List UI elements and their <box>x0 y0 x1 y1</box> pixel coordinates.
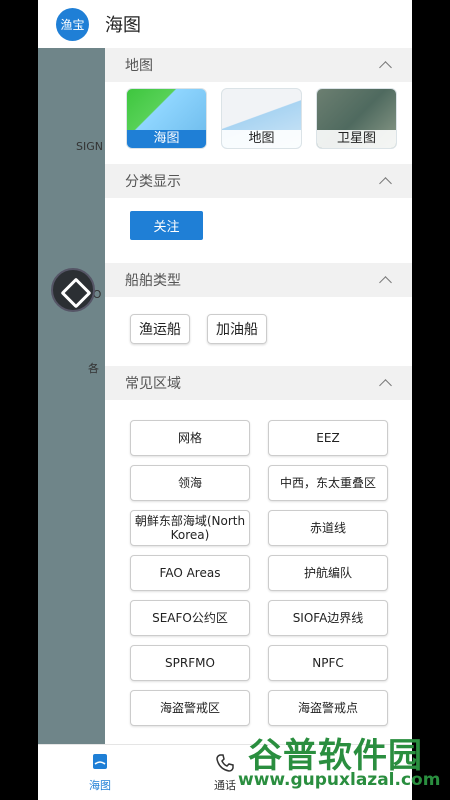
category-buttons: 关注 <box>105 198 412 263</box>
chevron-up-icon[interactable] <box>380 60 390 70</box>
ship-type-chip[interactable]: 加油船 <box>207 314 267 344</box>
map-type-options: 海图 地图 卫星图 <box>105 82 412 164</box>
region-item[interactable]: SIOFA边界线 <box>268 600 388 636</box>
section-header-regions[interactable]: 常见区域 <box>105 366 412 400</box>
map-type-label: 海图 <box>127 130 206 148</box>
region-item[interactable]: 中西，东太重叠区 <box>268 465 388 501</box>
section-header-ship-type[interactable]: 船舶类型 <box>105 263 412 297</box>
map-type-label: 卫星图 <box>317 130 396 148</box>
map-type-sea-chart[interactable]: 海图 <box>126 88 207 149</box>
phone-icon <box>216 754 234 772</box>
ship-type-chip[interactable]: 渔运船 <box>130 314 190 344</box>
map-label: SIGN <box>76 140 103 153</box>
page-title: 海图 <box>105 15 141 36</box>
map-label: 各 <box>88 362 99 375</box>
region-item[interactable]: FAO Areas <box>130 555 250 591</box>
section-title: 分类显示 <box>125 174 181 190</box>
region-item[interactable]: 海盗警戒点 <box>268 690 388 726</box>
sea-chart-icon <box>93 754 107 769</box>
watermark-url: www.gupuxlazal.com <box>238 770 441 790</box>
region-item[interactable]: EEZ <box>268 420 388 456</box>
region-item[interactable]: 赤道线 <box>268 510 388 546</box>
app-logo: 渔宝 <box>56 7 89 41</box>
region-grid: 网格 EEZ 领海 中西，东太重叠区 朝鲜东部海域(North Korea) 赤… <box>105 400 412 726</box>
layer-panel: 地图 海图 地图 卫星图 分类显示 关注 船舶类型 渔运船 加油船 常见区域 网… <box>105 48 412 748</box>
top-bar: 渔宝 海图 <box>38 0 412 48</box>
region-item[interactable]: SPRFMO <box>130 645 250 681</box>
ship-type-chips: 渔运船 加油船 <box>105 297 412 366</box>
region-item[interactable]: SEAFO公约区 <box>130 600 250 636</box>
compass-icon[interactable] <box>51 268 95 312</box>
screen: SIGN MIO 各 渔宝 海图 地图 海图 地图 卫 <box>38 0 412 800</box>
region-item[interactable]: 朝鲜东部海域(North Korea) <box>130 510 250 546</box>
nav-label: 通话 <box>214 779 236 792</box>
map-type-label: 地图 <box>222 130 301 148</box>
follow-button[interactable]: 关注 <box>130 211 203 240</box>
section-header-category[interactable]: 分类显示 <box>105 164 412 198</box>
section-title: 船舶类型 <box>125 273 181 289</box>
chevron-up-icon[interactable] <box>380 176 390 186</box>
region-item[interactable]: 海盗警戒区 <box>130 690 250 726</box>
section-title: 常见区域 <box>125 376 181 392</box>
nav-label: 海图 <box>89 779 111 792</box>
map-type-satellite[interactable]: 卫星图 <box>316 88 397 149</box>
region-item[interactable]: 网格 <box>130 420 250 456</box>
map-type-map[interactable]: 地图 <box>221 88 302 149</box>
nav-item-sea-chart[interactable]: 海图 <box>70 753 130 793</box>
chevron-up-icon[interactable] <box>380 378 390 388</box>
background-map[interactable]: SIGN MIO 各 <box>38 48 105 748</box>
region-item[interactable]: 领海 <box>130 465 250 501</box>
region-item[interactable]: 护航编队 <box>268 555 388 591</box>
device-frame: SIGN MIO 各 渔宝 海图 地图 海图 地图 卫 <box>0 0 450 800</box>
section-title: 地图 <box>125 58 153 74</box>
section-header-map[interactable]: 地图 <box>105 48 412 82</box>
chevron-up-icon[interactable] <box>380 275 390 285</box>
region-item[interactable]: NPFC <box>268 645 388 681</box>
